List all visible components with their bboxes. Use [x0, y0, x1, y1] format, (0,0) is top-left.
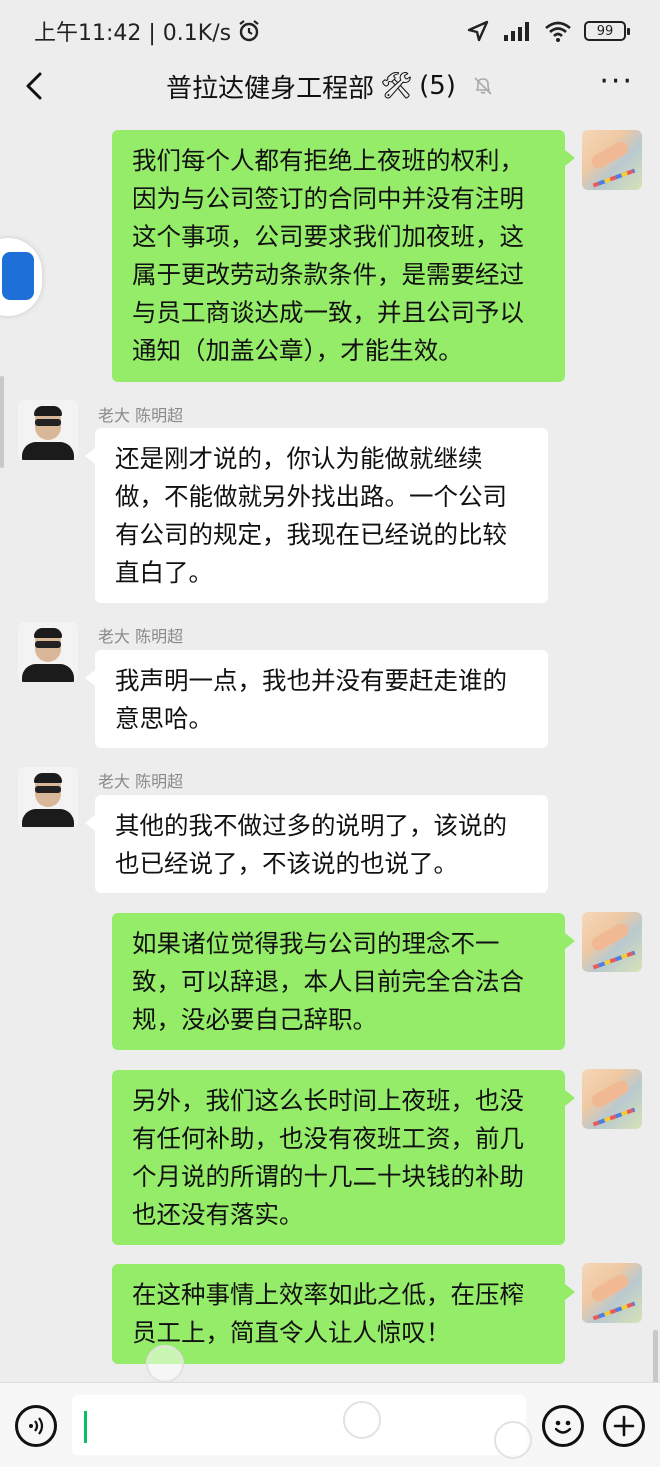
- my-avatar[interactable]: [582, 1263, 642, 1323]
- message-input[interactable]: [72, 1395, 526, 1455]
- back-icon[interactable]: [20, 68, 50, 104]
- alarm-icon: [239, 20, 259, 42]
- member-count: (5): [419, 71, 456, 101]
- mute-bell-icon: [474, 77, 492, 95]
- plus-button[interactable]: [603, 1405, 645, 1447]
- sender-name: 老大 陈明超: [98, 772, 184, 791]
- status-right: 99: [466, 19, 630, 43]
- sender-avatar[interactable]: [18, 767, 78, 827]
- tools-icon: 🛠: [380, 71, 414, 101]
- message-bubble-other[interactable]: 其他的我不做过多的说明了，该说的也已经说了，不该说的也说了。: [85, 795, 548, 893]
- my-avatar[interactable]: [582, 1069, 642, 1129]
- sender-avatar[interactable]: [18, 400, 78, 460]
- touch-indicator: [343, 1401, 381, 1439]
- voice-button[interactable]: [15, 1405, 57, 1447]
- message-input-bar: [0, 1382, 660, 1467]
- message-text: 在这种事情上效率如此之低，在压榨员工上，简直令人让人惊叹！: [132, 1280, 524, 1347]
- emoji-button[interactable]: [542, 1405, 584, 1447]
- status-bar: 上午11:42 | 0.1K/s 99: [0, 0, 660, 62]
- message-text: 其他的我不做过多的说明了，该说的也已经说了，不该说的也说了。: [115, 811, 507, 878]
- chat-title: 普拉达健身工程部 🛠 (5): [166, 68, 494, 105]
- my-avatar[interactable]: [582, 130, 642, 190]
- chat-scrollbar[interactable]: [653, 1330, 658, 1384]
- message-bubble-other[interactable]: 我声明一点，我也并没有要赶走谁的意思哈。: [85, 650, 548, 748]
- floating-widget-icon: [2, 252, 34, 300]
- signal-icon: [504, 22, 529, 41]
- wifi-icon: [545, 21, 571, 42]
- emoji-icon: [554, 1420, 572, 1434]
- message-bubble-mine[interactable]: 另外，我们这么长时间上夜班，也没有任何补助，也没有夜班工资，前几个月说的所谓的十…: [112, 1070, 575, 1245]
- floating-assistant-widget[interactable]: [0, 238, 42, 316]
- message-text: 另外，我们这么长时间上夜班，也没有任何补助，也没有夜班工资，前几个月说的所谓的十…: [132, 1086, 524, 1229]
- message-text: 还是刚才说的，你认为能做就继续做，不能做就另外找出路。一个公司有公司的规定，我现…: [115, 444, 507, 587]
- status-left: 上午11:42 | 0.1K/s: [34, 15, 261, 47]
- location-icon: [467, 20, 489, 42]
- message-bubble-mine[interactable]: 我们每个人都有拒绝上夜班的权利，因为与公司签订的合同中并没有注明这个事项，公司要…: [112, 130, 575, 382]
- sender-name: 老大 陈明超: [98, 627, 184, 646]
- voice-icon: [29, 1417, 44, 1435]
- my-avatar[interactable]: [582, 912, 642, 972]
- battery-icon: 99: [584, 21, 630, 41]
- sender-avatar[interactable]: [18, 622, 78, 682]
- message-text: 我声明一点，我也并没有要赶走谁的意思哈。: [115, 666, 507, 733]
- message-text: 如果诸位觉得我与公司的理念不一致，可以辞退，本人目前完全合法合规，没必要自己辞职…: [132, 929, 524, 1034]
- message-bubble-other[interactable]: 还是刚才说的，你认为能做就继续做，不能做就另外找出路。一个公司有公司的规定，我现…: [85, 428, 548, 603]
- message-bubble-mine[interactable]: 在这种事情上效率如此之低，在压榨员工上，简直令人让人惊叹！: [112, 1264, 575, 1364]
- sender-name: 老大 陈明超: [98, 406, 184, 425]
- message-bubble-mine[interactable]: 如果诸位觉得我与公司的理念不一致，可以辞退，本人目前完全合法合规，没必要自己辞职…: [112, 913, 575, 1050]
- status-time-speed: 上午11:42 | 0.1K/s: [34, 21, 232, 46]
- more-options-button[interactable]: ···: [599, 67, 634, 97]
- plus-icon: [613, 1415, 635, 1437]
- battery-level: 99: [596, 23, 614, 39]
- touch-indicator: [146, 1345, 184, 1383]
- text-caret: [84, 1411, 87, 1443]
- touch-indicator: [494, 1421, 532, 1459]
- side-scroll-indicator: [0, 376, 4, 468]
- chat-header: 普拉达健身工程部 🛠 (5) ···: [0, 62, 660, 110]
- message-text: 我们每个人都有拒绝上夜班的权利，因为与公司签订的合同中并没有注明这个事项，公司要…: [132, 146, 524, 365]
- group-name: 普拉达健身工程部: [166, 73, 375, 104]
